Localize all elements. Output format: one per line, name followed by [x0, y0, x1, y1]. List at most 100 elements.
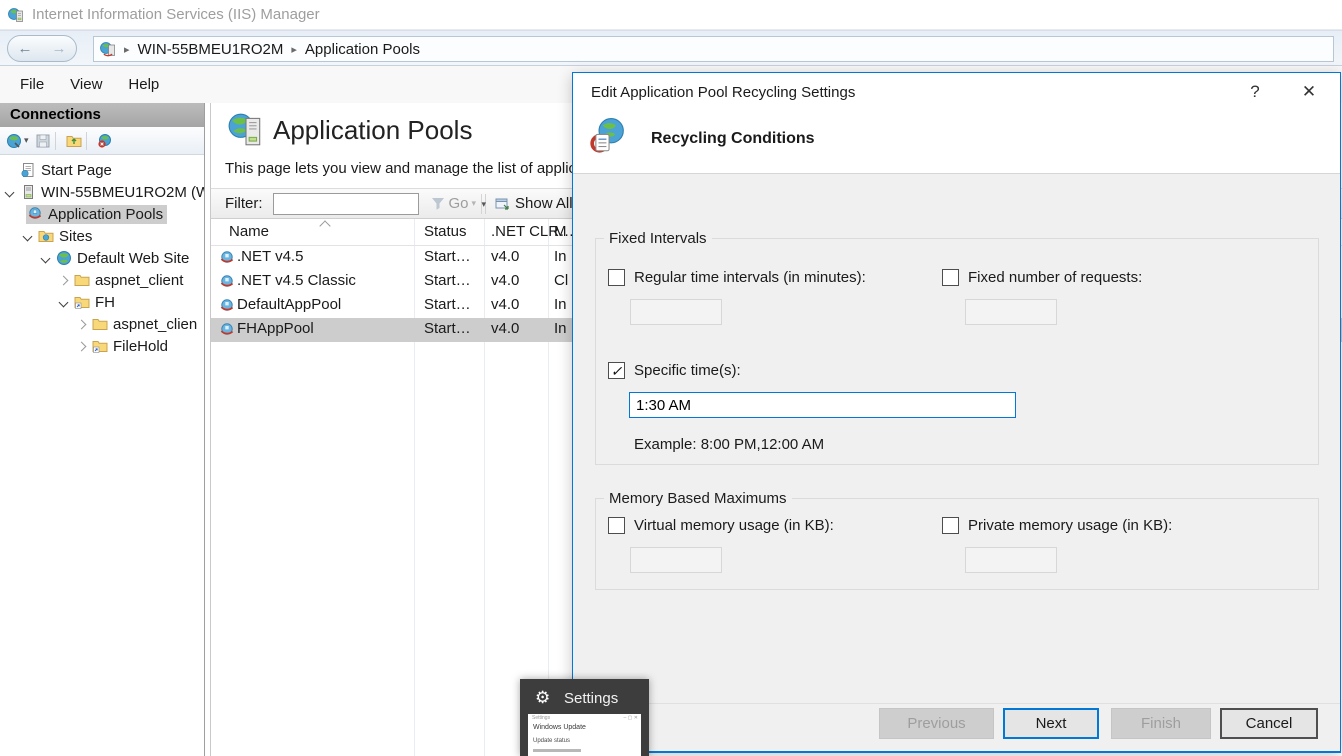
app-pool-icon [219, 274, 235, 290]
connections-header: Connections [0, 103, 204, 127]
cell-name: .NET v4.5 [237, 248, 303, 265]
tree-item-label: Sites [59, 228, 92, 245]
settings-taskbar-preview[interactable]: ⚙ Settings Settings ‒ ▢ ✕ Windows Update… [520, 679, 649, 756]
specific-times-row: ✓ Specific time(s): [608, 362, 741, 379]
column-header-name[interactable]: Name [229, 223, 269, 240]
save-icon[interactable] [35, 133, 51, 149]
previous-button[interactable]: Previous [879, 708, 994, 739]
private-memory-input [965, 547, 1057, 573]
chevron-down-icon[interactable] [41, 253, 51, 263]
tree-item-default-web-site[interactable]: Default Web Site [0, 247, 204, 269]
connect-dropdown-caret-icon[interactable]: ▾ [24, 135, 29, 146]
start-page-icon [20, 162, 36, 178]
virtual-app-folder-icon [74, 294, 90, 310]
folder-icon [92, 316, 108, 332]
window-titlebar: Internet Information Services (IIS) Mana… [0, 0, 1342, 30]
cell-name: FHAppPool [237, 320, 314, 337]
tree-item-label: Start Page [41, 162, 112, 179]
cancel-button[interactable]: Cancel [1220, 708, 1318, 739]
recycling-settings-dialog: Edit Application Pool Recycling Settings… [572, 72, 1341, 753]
cell-clr: v4.0 [491, 320, 519, 337]
window-title: Internet Information Services (IIS) Mana… [32, 6, 320, 23]
app-pool-icon [219, 250, 235, 266]
settings-window-thumbnail[interactable]: Settings ‒ ▢ ✕ Windows Update Update sta… [528, 714, 641, 756]
show-all-label: Show All [515, 195, 573, 212]
chevron-right-icon[interactable] [77, 319, 87, 329]
application-pools-page-icon [227, 111, 265, 149]
virtual-app-folder-icon [92, 338, 108, 354]
page-title: Application Pools [273, 115, 472, 146]
tree-item-label: FileHold [113, 338, 168, 355]
tree-item-application-pools[interactable]: Application Pools [0, 203, 204, 225]
cell-name: .NET v4.5 Classic [237, 272, 356, 289]
menu-file[interactable]: File [14, 73, 50, 96]
tree-item-aspnet-client-nested[interactable]: aspnet_clien [0, 313, 204, 335]
help-button[interactable]: ? [1243, 82, 1267, 102]
forward-button[interactable]: → [52, 36, 67, 61]
cell-status: Start… [424, 296, 471, 313]
virtual-memory-checkbox[interactable] [608, 517, 625, 534]
connections-tree: Start Page WIN-55BMEU1RO2M (W Applicatio… [0, 159, 204, 756]
group-label: Memory Based Maximums [604, 490, 792, 507]
cell-managed: In [554, 248, 567, 265]
breadcrumb-arrow-icon: ▸ [124, 43, 130, 56]
sites-folder-icon [38, 228, 54, 244]
regular-time-intervals-row: Regular time intervals (in minutes): [608, 269, 866, 286]
toolbar-separator [86, 132, 87, 150]
show-all-icon [495, 197, 510, 211]
cell-status: Start… [424, 272, 471, 289]
column-header-status[interactable]: Status [424, 223, 467, 240]
regular-time-intervals-checkbox[interactable] [608, 269, 625, 286]
app-pool-icon [219, 298, 235, 314]
footer-divider [573, 703, 1340, 704]
specific-times-input[interactable] [629, 392, 1016, 418]
dialog-heading: Recycling Conditions [651, 130, 815, 148]
chevron-down-icon[interactable] [5, 187, 15, 197]
tree-item-fh[interactable]: FH [0, 291, 204, 313]
breadcrumb-arrow-icon: ▸ [291, 43, 297, 56]
breadcrumb-page[interactable]: Application Pools [305, 41, 420, 58]
dialog-header: Edit Application Pool Recycling Settings… [573, 73, 1340, 174]
tree-item-sites[interactable]: Sites [0, 225, 204, 247]
menu-help[interactable]: Help [122, 73, 165, 96]
private-memory-checkbox[interactable] [942, 517, 959, 534]
chevron-right-icon[interactable] [59, 275, 69, 285]
cell-managed: Cl [554, 272, 568, 289]
close-icon[interactable]: ✕ [1295, 82, 1323, 102]
combo-caret-icon[interactable]: ▾ [481, 194, 487, 214]
tree-item-filehold[interactable]: FileHold [0, 335, 204, 357]
tree-item-start-page[interactable]: Start Page [0, 159, 204, 181]
regular-time-intervals-input [630, 299, 722, 325]
chevron-right-icon[interactable] [77, 341, 87, 351]
cell-clr: v4.0 [491, 248, 519, 265]
application-pools-icon [27, 206, 43, 222]
breadcrumb[interactable]: ▸ WIN-55BMEU1RO2M ▸ Application Pools [93, 36, 1334, 62]
tree-item-label: WIN-55BMEU1RO2M (W [41, 184, 204, 201]
menu-view[interactable]: View [64, 73, 108, 96]
delete-connection-icon[interactable] [97, 133, 113, 149]
breadcrumb-server[interactable]: WIN-55BMEU1RO2M [138, 41, 284, 58]
tree-item-aspnet-client[interactable]: aspnet_client [0, 269, 204, 291]
iis-site-icon [100, 41, 116, 57]
connections-panel: Connections ▾ [0, 103, 205, 756]
show-all-button[interactable]: Show All [495, 195, 573, 212]
chevron-down-icon[interactable] [59, 297, 69, 307]
thumbnail-window-controls: ‒ ▢ ✕ [624, 715, 638, 721]
checkbox-label: Fixed number of requests: [968, 269, 1142, 286]
specific-times-checkbox[interactable]: ✓ [608, 362, 625, 379]
fixed-requests-checkbox[interactable] [942, 269, 959, 286]
up-folder-icon[interactable] [66, 133, 82, 149]
filter-input[interactable] [274, 194, 481, 214]
filter-combobox[interactable]: ▾ [273, 193, 419, 215]
checkbox-label: Regular time intervals (in minutes): [634, 269, 866, 286]
connect-server-icon[interactable] [6, 133, 22, 149]
chevron-down-icon[interactable] [23, 231, 33, 241]
finish-button[interactable]: Finish [1111, 708, 1211, 739]
back-button[interactable]: ← [18, 36, 33, 61]
next-button[interactable]: Next [1003, 708, 1099, 739]
connections-toolbar: ▾ [0, 127, 204, 155]
memory-maximums-group: Memory Based Maximums Virtual memory usa… [595, 498, 1319, 590]
nav-buttons: ← → [7, 35, 77, 62]
column-header-managed[interactable]: M [554, 223, 567, 240]
tree-item-server[interactable]: WIN-55BMEU1RO2M (W [0, 181, 204, 203]
